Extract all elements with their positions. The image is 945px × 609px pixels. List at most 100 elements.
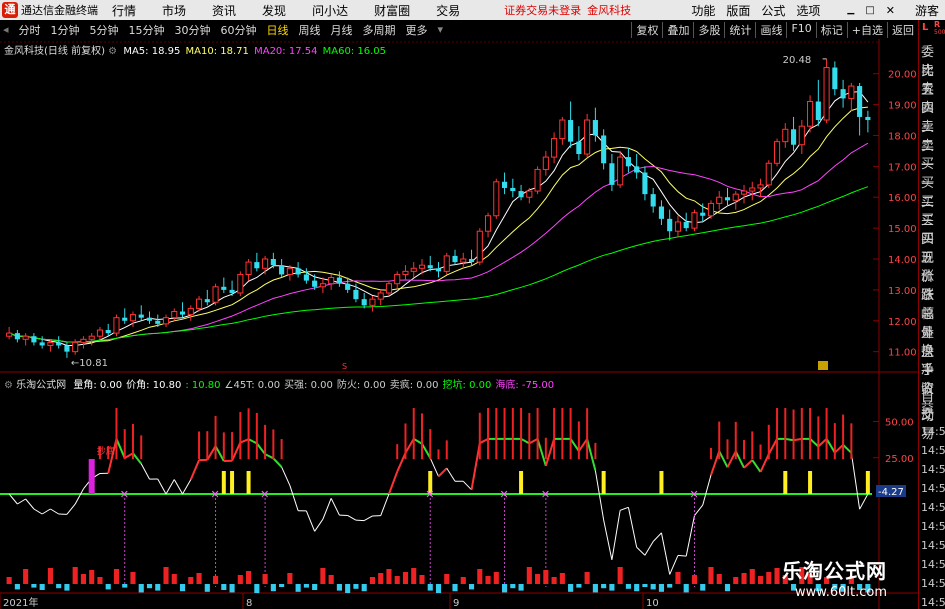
volume-bar-down: [254, 584, 260, 593]
trade-time: 14:56: [921, 482, 945, 495]
candle-body-up: [96, 329, 104, 337]
menu-trade[interactable]: 交易: [436, 2, 460, 19]
period-tab[interactable]: 分时: [19, 22, 41, 38]
period-tab[interactable]: 1分钟: [51, 22, 80, 38]
trade-time: 14:56: [921, 501, 945, 514]
volume-bar-down: [609, 584, 615, 591]
yellow-signal-bar: [601, 471, 606, 494]
volume-bar-down: [658, 584, 665, 592]
candle-body-down: [601, 135, 607, 164]
chart-tools: 复权 叠加 多股 统计 画线 F10 标记 +自选 返回: [631, 22, 918, 38]
more-dropdown-icon[interactable]: ▾: [438, 23, 444, 36]
candle-body-down: [840, 89, 846, 99]
volume-bar-down: [39, 584, 45, 590]
volume-bar-up: [47, 568, 53, 584]
stock-name-title: 金风科技: [587, 4, 632, 17]
period-tab-active[interactable]: 日线: [267, 22, 289, 38]
quote-side-panel: L R 500 委比 卖五 卖四 卖三 卖二 卖一 买一 买二 买三 买四 买五 现价 涨跌 涨幅 总量 外盘…: [918, 20, 945, 609]
date-axis-label: 10: [646, 598, 659, 609]
candle-body-up: [237, 273, 244, 294]
app-logo-icon: 通: [2, 2, 18, 18]
price-axis-label: 12.00: [888, 317, 917, 328]
menu-market[interactable]: 市场: [162, 2, 186, 19]
candle-body-down: [39, 342, 45, 346]
volume-bar-down: [303, 584, 309, 588]
period-tab-more[interactable]: 更多: [406, 22, 428, 38]
ma20-value: MA20: 17.54: [254, 46, 318, 57]
candle-body-up: [402, 270, 409, 275]
volume-bar-up: [171, 574, 177, 584]
volume-bar-down: [56, 584, 62, 589]
minimize-icon[interactable]: ▁: [847, 5, 854, 15]
menu-layout[interactable]: 版面: [726, 2, 750, 19]
mark-button[interactable]: 标记: [815, 22, 847, 38]
menu-function[interactable]: 功能: [691, 2, 715, 19]
settings-gear-icon[interactable]: ⚙: [108, 46, 117, 57]
login-warning[interactable]: 证券交易未登录: [504, 2, 581, 18]
candle-body-up: [410, 267, 417, 272]
volume-bar-up: [526, 567, 532, 584]
volume-bar-up: [749, 569, 755, 584]
adjust-button[interactable]: 复权: [631, 22, 662, 38]
volume-bar-down: [361, 584, 367, 592]
indicator-segment: [785, 437, 794, 442]
menu-options[interactable]: 选项: [796, 2, 820, 19]
guest-label[interactable]: 游客: [915, 2, 939, 19]
site-watermark: 乐淘公式网 www.60lt.com: [782, 555, 887, 600]
candle-body-down: [468, 259, 475, 263]
watermark-title: 乐淘公式网: [782, 559, 887, 583]
indicator-header: ⚙ 乐淘公式网 量角: 0.00 价角: 10.80: 10.80 ∠45T: 0.…: [4, 376, 554, 391]
candle-body-down: [254, 262, 260, 269]
menu-news[interactable]: 资讯: [212, 2, 236, 19]
f10-button[interactable]: F10: [786, 22, 815, 38]
indicator-value-1: 价角: 10.80: [126, 380, 182, 391]
indicator-value-2: : 10.80: [185, 380, 221, 391]
stats-button[interactable]: 统计: [724, 22, 755, 38]
candle-body-up: [674, 221, 682, 232]
candle-body-down: [815, 101, 821, 121]
candle-body-up: [559, 119, 566, 140]
add-watchlist-button[interactable]: +自选: [846, 22, 887, 38]
candle-body-up: [493, 181, 500, 217]
volume-bar-up: [559, 573, 565, 584]
period-tab[interactable]: 5分钟: [90, 22, 119, 38]
menu-ask[interactable]: 问小达: [312, 2, 348, 19]
menu-wealth[interactable]: 财富圈: [374, 2, 410, 19]
panel-header[interactable]: L R 500: [919, 20, 945, 39]
volume-bar-down: [229, 584, 235, 593]
candle-body-down: [279, 265, 285, 275]
maximize-icon[interactable]: □: [865, 5, 874, 16]
kline-chart[interactable]: 20.48 ←10.81 S 50.00 25.00 -4.27 ✕ ✕ ✕ ✕ ✕ ✕ ✕ 抄底 20…: [0, 39, 918, 609]
candle-body-up: [757, 184, 764, 189]
overlay-button[interactable]: 叠加: [662, 22, 693, 38]
volume-bar-up: [485, 576, 491, 584]
volume-bar-down: [650, 584, 656, 590]
candle-body-up: [385, 283, 393, 294]
period-tab[interactable]: 周线: [299, 22, 321, 38]
volume-bar-down: [576, 584, 582, 588]
candle-body-up: [749, 187, 756, 192]
toolbar-collapse-icon[interactable]: ◂: [3, 23, 9, 36]
volume-bar-down: [683, 584, 689, 593]
period-tab[interactable]: 60分钟: [221, 22, 257, 38]
candle-body-down: [427, 265, 433, 269]
indicator-settings-icon[interactable]: ⚙: [4, 380, 13, 391]
draw-line-button[interactable]: 画线: [755, 22, 786, 38]
multi-stock-button[interactable]: 多股: [693, 22, 724, 38]
period-tab[interactable]: 多周期: [363, 22, 396, 38]
close-icon[interactable]: ✕: [886, 4, 895, 17]
menu-formula[interactable]: 公式: [761, 2, 785, 19]
candle-body-up: [542, 156, 549, 170]
candle-body-down: [857, 86, 863, 117]
menu-quotes[interactable]: 行情: [112, 2, 136, 19]
menu-discover[interactable]: 发现: [262, 2, 286, 19]
indicator-title: 乐淘公式网: [16, 380, 67, 391]
butterfly-marker-icon: ✕: [500, 488, 509, 501]
back-button[interactable]: 返回: [887, 22, 918, 38]
volume-bar-up: [23, 569, 29, 584]
period-tab[interactable]: 月线: [331, 22, 353, 38]
volume-bar-up: [477, 569, 483, 584]
period-tab[interactable]: 15分钟: [129, 22, 165, 38]
period-tab[interactable]: 30分钟: [175, 22, 211, 38]
candle-body-down: [501, 181, 508, 188]
